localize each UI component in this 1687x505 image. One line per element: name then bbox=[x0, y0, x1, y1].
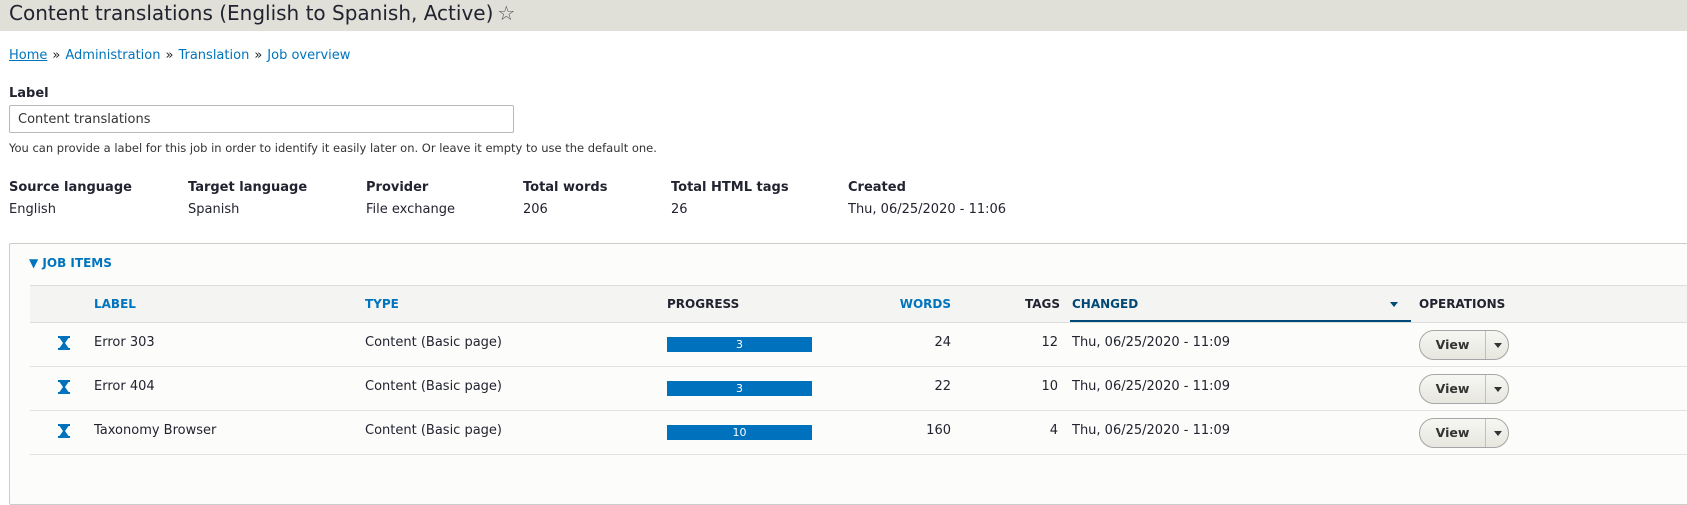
table-row: Error 303 Content (Basic page) 3 24 12 T… bbox=[30, 322, 1687, 367]
column-type-header[interactable]: TYPE bbox=[365, 297, 399, 311]
meta-target-language: Target language Spanish bbox=[188, 180, 307, 217]
item-changed: Thu, 06/25/2020 - 11:09 bbox=[1072, 335, 1231, 350]
label-help-text: You can provide a label for this job in … bbox=[9, 141, 657, 155]
column-operations-header: OPERATIONS bbox=[1419, 297, 1506, 311]
job-items-title: JOB ITEMS bbox=[42, 256, 112, 270]
item-label: Error 303 bbox=[94, 335, 155, 350]
meta-label: Target language bbox=[188, 180, 308, 195]
view-button[interactable]: View bbox=[1420, 419, 1485, 447]
breadcrumb-separator: » bbox=[254, 48, 263, 63]
chevron-down-icon bbox=[1494, 387, 1502, 392]
item-type: Content (Basic page) bbox=[365, 423, 502, 438]
item-label: Taxonomy Browser bbox=[94, 423, 217, 438]
item-tags: 12 bbox=[1041, 335, 1058, 350]
item-type: Content (Basic page) bbox=[365, 379, 502, 394]
column-changed-header[interactable]: CHANGED bbox=[1072, 297, 1138, 311]
operations-toggle[interactable] bbox=[1485, 419, 1510, 447]
hourglass-icon bbox=[58, 336, 70, 350]
meta-total-words: Total words 206 bbox=[523, 180, 607, 217]
table-row: Error 404 Content (Basic page) 3 22 10 T… bbox=[30, 366, 1687, 411]
collapse-triangle-icon: ▼ bbox=[29, 256, 39, 270]
hourglass-icon bbox=[58, 424, 70, 438]
meta-value: File exchange bbox=[366, 202, 455, 217]
meta-label: Source language bbox=[9, 180, 132, 195]
column-tags-header: TAGS bbox=[1024, 297, 1060, 311]
progress-bar: 3 bbox=[667, 337, 812, 352]
item-changed: Thu, 06/25/2020 - 11:09 bbox=[1072, 379, 1231, 394]
breadcrumb-home[interactable]: Home bbox=[9, 48, 47, 63]
item-words: 160 bbox=[926, 423, 951, 438]
meta-total-html-tags: Total HTML tags 26 bbox=[671, 180, 789, 217]
item-words: 22 bbox=[934, 379, 951, 394]
label-input[interactable] bbox=[9, 105, 514, 133]
page-title: Content translations (English to Spanish… bbox=[9, 1, 494, 25]
meta-value: English bbox=[9, 202, 56, 217]
item-label: Error 404 bbox=[94, 379, 155, 394]
meta-value: 206 bbox=[523, 202, 548, 217]
operations-dropbutton: View bbox=[1419, 374, 1509, 404]
meta-label: Total HTML tags bbox=[671, 180, 789, 195]
meta-value: Spanish bbox=[188, 202, 240, 217]
item-tags: 10 bbox=[1041, 379, 1058, 394]
breadcrumb-translation[interactable]: Translation bbox=[178, 48, 249, 63]
page-title-wrap: Content translations (English to Spanish… bbox=[9, 0, 515, 27]
meta-created: Created Thu, 06/25/2020 - 11:06 bbox=[848, 180, 1006, 217]
job-items-panel: ▼ JOB ITEMS LABEL TYPE PROGRESS WORDS TA… bbox=[9, 243, 1687, 505]
breadcrumb-separator: » bbox=[165, 48, 174, 63]
label-field-label: Label bbox=[9, 86, 49, 101]
page-header: Content translations (English to Spanish… bbox=[0, 0, 1687, 31]
breadcrumb: Home » Administration » Translation » Job over… bbox=[9, 48, 350, 63]
meta-value: Thu, 06/25/2020 - 11:06 bbox=[848, 202, 1007, 217]
meta-provider: Provider File exchange bbox=[366, 180, 455, 217]
view-button[interactable]: View bbox=[1420, 375, 1485, 403]
breadcrumb-job-overview[interactable]: Job overview bbox=[267, 48, 350, 63]
chevron-down-icon bbox=[1494, 431, 1502, 436]
operations-toggle[interactable] bbox=[1485, 375, 1510, 403]
item-tags: 4 bbox=[1049, 423, 1058, 438]
item-words: 24 bbox=[934, 335, 951, 350]
breadcrumb-administration[interactable]: Administration bbox=[65, 48, 160, 63]
progress-bar: 10 bbox=[667, 425, 812, 440]
table-header: LABEL TYPE PROGRESS WORDS TAGS CHANGED O… bbox=[30, 285, 1687, 323]
view-button[interactable]: View bbox=[1420, 331, 1485, 359]
operations-dropbutton: View bbox=[1419, 418, 1509, 448]
item-type: Content (Basic page) bbox=[365, 335, 502, 350]
column-label-header[interactable]: LABEL bbox=[94, 297, 136, 311]
column-words-header[interactable]: WORDS bbox=[886, 297, 951, 311]
item-changed: Thu, 06/25/2020 - 11:09 bbox=[1072, 423, 1231, 438]
operations-toggle[interactable] bbox=[1485, 331, 1510, 359]
meta-label: Provider bbox=[366, 180, 429, 195]
table-row: Taxonomy Browser Content (Basic page) 10… bbox=[30, 410, 1687, 455]
sort-desc-icon bbox=[1390, 302, 1398, 307]
column-progress-header: PROGRESS bbox=[667, 297, 740, 311]
meta-label: Total words bbox=[523, 180, 608, 195]
breadcrumb-separator: » bbox=[52, 48, 61, 63]
meta-value: 26 bbox=[671, 202, 688, 217]
meta-source-language: Source language English bbox=[9, 180, 132, 217]
operations-dropbutton: View bbox=[1419, 330, 1509, 360]
job-items-toggle[interactable]: ▼ JOB ITEMS bbox=[29, 256, 112, 270]
hourglass-icon bbox=[58, 380, 70, 394]
chevron-down-icon bbox=[1494, 343, 1502, 348]
star-icon[interactable]: ☆ bbox=[497, 1, 515, 25]
meta-label: Created bbox=[848, 180, 906, 195]
progress-bar: 3 bbox=[667, 381, 812, 396]
